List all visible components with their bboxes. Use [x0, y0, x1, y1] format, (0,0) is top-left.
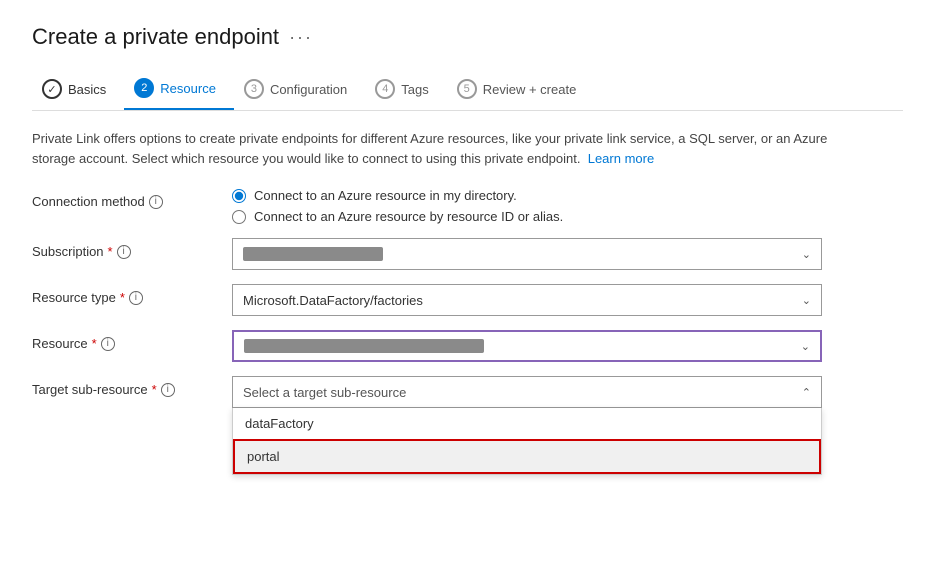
radio-directory[interactable]: Connect to an Azure resource in my direc… — [232, 188, 832, 203]
resource-type-control: Microsoft.DataFactory/factories ⌄ — [232, 284, 832, 316]
tab-resource-label: Resource — [160, 81, 216, 96]
tab-review-label: Review + create — [483, 82, 577, 97]
target-sub-resource-label: Target sub-resource * i — [32, 376, 232, 397]
tab-configuration-label: Configuration — [270, 82, 347, 97]
radio-resourceid-input[interactable] — [232, 210, 246, 224]
tab-tags-label: Tags — [401, 82, 428, 97]
tab-basics-circle: ✓ — [42, 79, 62, 99]
resource-type-label: Resource type * i — [32, 284, 232, 305]
resource-row: Resource * i ⌄ — [32, 330, 903, 362]
subscription-label: Subscription * i — [32, 238, 232, 259]
resource-dropdown[interactable]: ⌄ — [232, 330, 822, 362]
page-title: Create a private endpoint — [32, 24, 279, 50]
tab-basics[interactable]: ✓ Basics — [32, 71, 124, 109]
resource-required: * — [92, 336, 97, 351]
tab-review[interactable]: 5 Review + create — [447, 71, 595, 109]
connection-method-row: Connection method i Connect to an Azure … — [32, 188, 903, 224]
tab-review-circle: 5 — [457, 79, 477, 99]
target-sub-resource-required: * — [152, 382, 157, 397]
connection-method-label: Connection method i — [32, 188, 232, 209]
resource-type-row: Resource type * i Microsoft.DataFactory/… — [32, 284, 903, 316]
radio-resourceid[interactable]: Connect to an Azure resource by resource… — [232, 209, 832, 224]
tab-tags[interactable]: 4 Tags — [365, 71, 446, 109]
connection-method-options: Connect to an Azure resource in my direc… — [232, 188, 832, 224]
resource-type-dropdown[interactable]: Microsoft.DataFactory/factories ⌄ — [232, 284, 822, 316]
resource-info-icon[interactable]: i — [101, 337, 115, 351]
target-sub-resource-dropdown[interactable]: Select a target sub-resource ⌃ — [232, 376, 822, 408]
resource-type-arrow: ⌄ — [802, 294, 811, 307]
description-text: Private Link offers options to create pr… — [32, 129, 852, 168]
connection-method-info-icon[interactable]: i — [149, 195, 163, 209]
target-sub-resource-menu: dataFactory portal — [232, 408, 822, 475]
resource-arrow: ⌄ — [801, 340, 810, 353]
subscription-required: * — [108, 244, 113, 259]
tab-configuration-circle: 3 — [244, 79, 264, 99]
tab-resource[interactable]: 2 Resource — [124, 70, 234, 110]
resource-control: ⌄ — [232, 330, 832, 362]
option-dataFactory[interactable]: dataFactory — [233, 408, 821, 439]
tab-tags-circle: 4 — [375, 79, 395, 99]
target-sub-resource-control: Select a target sub-resource ⌃ dataFacto… — [232, 376, 822, 408]
resource-type-required: * — [120, 290, 125, 305]
subscription-control: ⌄ — [232, 238, 832, 270]
resource-type-info-icon[interactable]: i — [129, 291, 143, 305]
page-title-container: Create a private endpoint ··· — [32, 24, 903, 50]
wizard-tabs: ✓ Basics 2 Resource 3 Configuration 4 Ta… — [32, 70, 903, 111]
subscription-info-icon[interactable]: i — [117, 245, 131, 259]
target-sub-resource-placeholder: Select a target sub-resource — [243, 385, 406, 400]
target-sub-resource-arrow: ⌃ — [802, 386, 811, 399]
subscription-value-blurred — [243, 247, 383, 261]
target-sub-resource-info-icon[interactable]: i — [161, 383, 175, 397]
tab-resource-circle: 2 — [134, 78, 154, 98]
page-title-ellipsis: ··· — [289, 27, 313, 48]
subscription-dropdown[interactable]: ⌄ — [232, 238, 822, 270]
subscription-row: Subscription * i ⌄ — [32, 238, 903, 270]
subscription-arrow: ⌄ — [802, 248, 811, 261]
learn-more-link[interactable]: Learn more — [588, 151, 654, 166]
option-portal[interactable]: portal — [233, 439, 821, 474]
tab-configuration[interactable]: 3 Configuration — [234, 71, 365, 109]
target-sub-resource-row: Target sub-resource * i Select a target … — [32, 376, 903, 408]
radio-directory-input[interactable] — [232, 189, 246, 203]
tab-basics-label: Basics — [68, 82, 106, 97]
resource-label: Resource * i — [32, 330, 232, 351]
resource-value-blurred — [244, 339, 484, 353]
resource-type-value: Microsoft.DataFactory/factories — [243, 293, 423, 308]
